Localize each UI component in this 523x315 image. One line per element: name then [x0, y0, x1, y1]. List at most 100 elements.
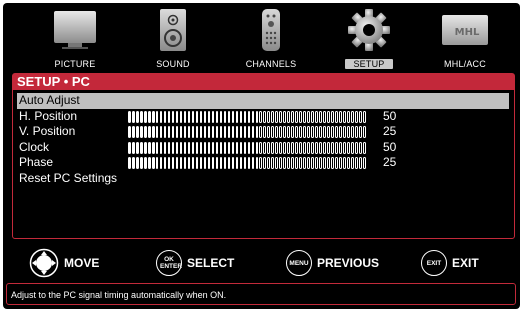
slider-tick-empty: [283, 126, 286, 138]
slider-tick-empty: [359, 126, 362, 138]
tab-setup[interactable]: SETUP: [319, 5, 419, 71]
slider-tick-empty: [199, 126, 203, 138]
speaker-icon: [160, 9, 186, 51]
slider-tick-empty: [295, 110, 298, 123]
gear-icon: [348, 9, 390, 51]
tab-picture[interactable]: PICTURE: [25, 5, 125, 71]
slider-tick-filled: [155, 157, 159, 169]
slider-tick-empty: [263, 157, 267, 169]
menu-item-v-position[interactable]: V. Position 25: [13, 124, 514, 140]
slider-tick-empty: [275, 157, 279, 169]
slider-tick-empty: [235, 157, 239, 169]
clock-slider[interactable]: [128, 141, 367, 154]
menu-item-label: Phase: [19, 155, 54, 169]
slider-tick-empty: [331, 126, 334, 138]
slider-tick-empty: [191, 157, 195, 169]
slider-tick-filled: [135, 110, 139, 123]
slider-tick-filled: [131, 126, 135, 138]
slider-tick-empty: [247, 110, 251, 123]
slider-tick-empty: [279, 157, 282, 169]
slider-tick-empty: [299, 141, 302, 154]
slider-tick-filled: [171, 141, 175, 154]
slider-tick-empty: [275, 141, 279, 154]
slider-tick-filled: [143, 110, 147, 123]
slider-tick-empty: [239, 126, 243, 138]
slider-tick-filled: [155, 110, 159, 123]
exit-button-icon: EXIT: [421, 250, 447, 276]
slider-tick-filled: [215, 110, 219, 123]
dpad-icon: [29, 248, 59, 278]
slider-tick-filled: [191, 141, 195, 154]
slider-tick-filled: [207, 141, 211, 154]
phase-slider[interactable]: [128, 157, 367, 169]
slider-tick-filled: [199, 110, 203, 123]
slider-tick-filled: [211, 141, 215, 154]
slider-tick-empty: [323, 157, 326, 169]
slider-tick-empty: [323, 141, 326, 154]
menu-item-h-position[interactable]: H. Position 50: [13, 109, 514, 125]
h-position-value: 50: [383, 108, 397, 123]
slider-tick-empty: [231, 126, 235, 138]
slider-tick-empty: [287, 126, 290, 138]
slider-tick-filled: [155, 141, 159, 154]
slider-tick-filled: [131, 157, 135, 169]
slider-tick-filled: [147, 126, 151, 138]
slider-tick-empty: [343, 141, 346, 154]
menu-item-reset-pc-settings[interactable]: Reset PC Settings: [13, 171, 514, 187]
slider-tick-filled: [179, 157, 183, 169]
slider-tick-empty: [291, 141, 294, 154]
slider-tick-empty: [359, 110, 362, 123]
slider-tick-empty: [263, 141, 267, 154]
slider-tick-empty: [287, 157, 290, 169]
slider-tick-empty: [311, 110, 314, 123]
remote-icon: [262, 9, 280, 51]
menu-item-phase[interactable]: Phase 25: [13, 155, 514, 171]
slider-tick-empty: [215, 157, 219, 169]
slider-tick-empty: [283, 157, 286, 169]
slider-tick-empty: [307, 126, 310, 138]
slider-tick-filled: [135, 157, 139, 169]
slider-tick-empty: [187, 126, 191, 138]
slider-tick-filled: [147, 110, 151, 123]
slider-tick-empty: [223, 126, 227, 138]
tab-channels[interactable]: CHANNELS: [221, 5, 321, 71]
slider-tick-empty: [363, 157, 366, 169]
slider-tick-empty: [339, 126, 342, 138]
slider-tick-filled: [139, 110, 143, 123]
slider-tick-empty: [195, 157, 199, 169]
slider-tick-empty: [319, 141, 322, 154]
slider-tick-empty: [271, 110, 275, 123]
slider-tick-filled: [139, 126, 143, 138]
ok-enter-icon: OK ENTER: [156, 250, 182, 276]
slider-tick-empty: [299, 126, 302, 138]
slider-tick-filled: [135, 141, 139, 154]
exit-hint: EXIT EXIT: [421, 249, 479, 277]
slider-tick-filled: [175, 157, 179, 169]
slider-tick-filled: [147, 157, 151, 169]
h-position-slider[interactable]: [128, 110, 367, 123]
phase-value: 25: [383, 155, 397, 169]
slider-tick-empty: [263, 126, 267, 138]
menu-item-auto-adjust[interactable]: Auto Adjust: [17, 93, 509, 109]
slider-tick-filled: [227, 141, 231, 154]
slider-tick-empty: [235, 126, 239, 138]
slider-tick-empty: [231, 157, 235, 169]
slider-tick-empty: [259, 126, 263, 138]
slider-tick-filled: [135, 126, 139, 138]
slider-tick-empty: [363, 126, 366, 138]
slider-tick-empty: [219, 157, 223, 169]
slider-tick-filled: [235, 110, 239, 123]
slider-tick-empty: [255, 141, 259, 154]
v-position-slider[interactable]: [128, 126, 367, 138]
menu-item-label: V. Position: [19, 124, 76, 138]
tab-mhl-acc[interactable]: MHL MHL/ACC: [415, 5, 515, 71]
slider-tick-empty: [243, 157, 247, 169]
clock-value: 50: [383, 139, 397, 154]
tab-picture-label: PICTURE: [54, 59, 96, 69]
slider-tick-filled: [183, 141, 187, 154]
menu-item-clock[interactable]: Clock 50: [13, 140, 514, 156]
slider-tick-filled: [203, 110, 207, 123]
slider-tick-empty: [291, 157, 294, 169]
slider-tick-empty: [255, 110, 259, 123]
tab-sound[interactable]: SOUND: [123, 5, 223, 71]
